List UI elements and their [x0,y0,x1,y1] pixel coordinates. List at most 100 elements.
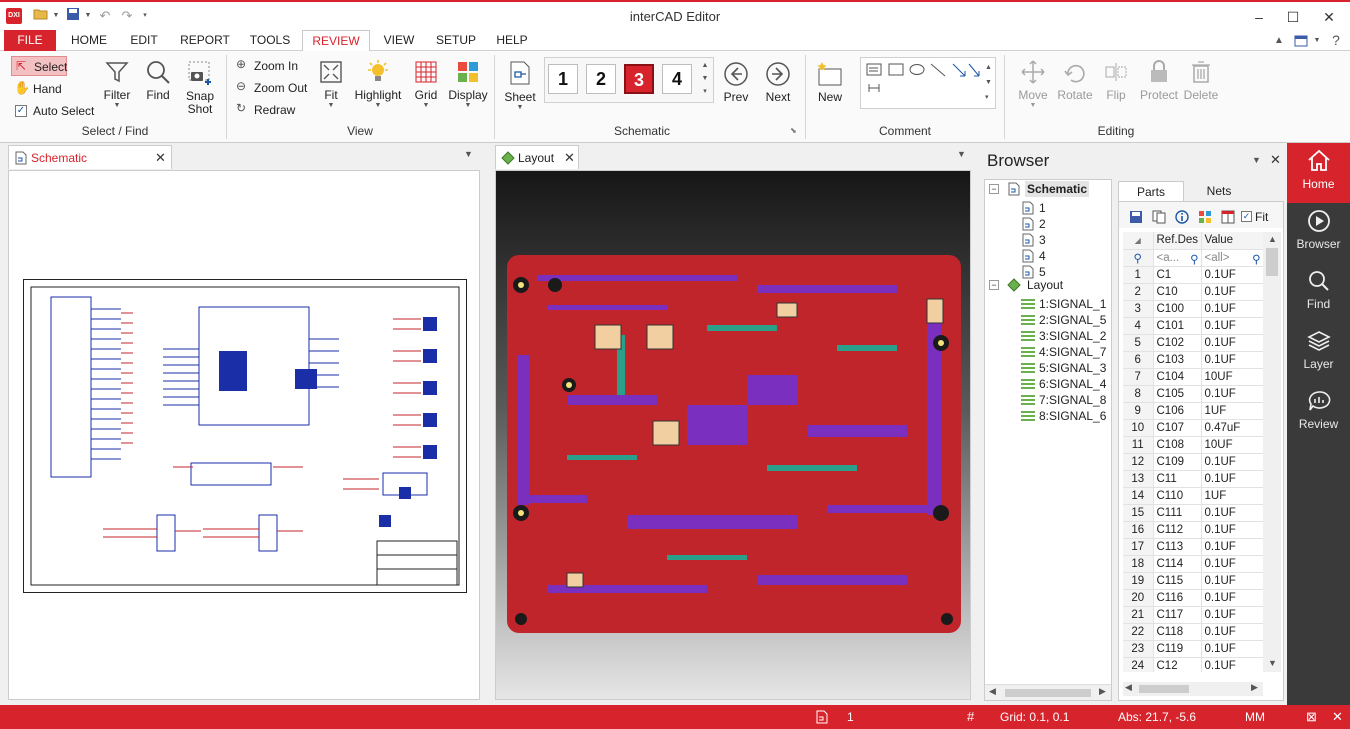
table-row[interactable]: 1 C1 0.1UF [1123,266,1263,284]
table-row[interactable]: 8 C105 0.1UF [1123,385,1263,403]
zoom-in-button[interactable]: ⊕ Zoom In [236,57,316,75]
layout-canvas[interactable] [495,170,971,700]
tree-item-layer[interactable]: 7:SIGNAL_8 [1039,392,1106,408]
close-window-icon[interactable]: ✕ [1314,6,1344,28]
table-row[interactable]: 18 C114 0.1UF [1123,555,1263,573]
tree-item-sheet[interactable]: 4 [1039,248,1046,264]
tree-item-sheet[interactable]: 2 [1039,216,1046,232]
redraw-button[interactable]: ↻ Redraw [236,101,316,119]
tree-item-layer[interactable]: 5:SIGNAL_3 [1039,360,1106,376]
new-comment-button[interactable]: New [812,59,848,115]
parts-horizontal-scrollbar[interactable]: ◀ ▶ [1123,682,1263,696]
hand-button[interactable]: ✋ Hand [14,80,74,98]
table-row[interactable]: 21 C117 0.1UF [1123,606,1263,624]
menu-help[interactable]: HELP [490,30,534,51]
sidebar-item-find[interactable]: Find [1287,263,1350,323]
rotate-button[interactable]: Rotate [1056,59,1094,115]
column-header-ref[interactable]: Ref.Des [1153,232,1202,250]
table-row[interactable]: 2 C10 0.1UF [1123,283,1263,301]
tree-item-layer[interactable]: 1:SIGNAL_1 [1039,296,1106,312]
tree-item-sheet[interactable]: 3 [1039,232,1046,248]
fit-button[interactable]: Fit ▼ [316,59,346,123]
browser-menu-icon[interactable]: ▼ [1252,155,1261,165]
parts-vertical-scrollbar[interactable]: ▲ ▼ [1263,232,1281,672]
schematic-canvas[interactable] [8,170,480,700]
prev-button[interactable]: Prev [720,61,752,117]
scrollbar-thumb[interactable] [1139,685,1189,693]
menu-review[interactable]: REVIEW [302,30,370,52]
table-row[interactable]: 9 C106 1UF [1123,402,1263,420]
table-row[interactable]: 6 C103 0.1UF [1123,351,1263,369]
ribbon-options-icon[interactable] [1292,30,1310,51]
scroll-up-icon[interactable]: ▲ [1268,234,1277,244]
menu-view[interactable]: VIEW [378,30,420,51]
tab-layout[interactable]: Layout ✕ [495,145,579,169]
tree-item-layer[interactable]: 2:SIGNAL_5 [1039,312,1106,328]
tree-item-sheet[interactable]: 1 [1039,200,1046,216]
comment-shape-icons[interactable] [865,62,981,102]
maximize-icon[interactable]: ☐ [1278,6,1308,28]
delete-button[interactable]: Delete [1182,59,1220,115]
columns-icon[interactable] [1221,210,1235,224]
schematic-dialog-launcher-icon[interactable]: ⬊ [790,126,797,135]
copy-icon[interactable] [1152,210,1166,224]
status-close-icon[interactable]: ✕ [1332,709,1343,725]
tree-node-schematic[interactable]: Schematic [1025,181,1090,197]
minimize-icon[interactable]: – [1244,6,1274,28]
menu-edit[interactable]: EDIT [124,30,164,51]
find-button[interactable]: Find [142,59,174,111]
schematic-tab-menu-icon[interactable]: ▼ [464,149,473,159]
table-row[interactable]: 4 C101 0.1UF [1123,317,1263,335]
menu-report[interactable]: REPORT [176,30,234,51]
scrollbar-thumb[interactable] [1005,689,1091,697]
page-4-button[interactable]: 4 [662,64,692,94]
flip-button[interactable]: Flip [1098,59,1134,115]
table-row[interactable]: 17 C113 0.1UF [1123,538,1263,556]
comment-gallery-scroll-icon[interactable]: ▲ ▼ ▾ [985,60,992,105]
tab-close-icon[interactable]: ✕ [155,146,166,170]
filter-value-input[interactable]: <all> ⚲ [1201,249,1263,267]
protect-button[interactable]: Protect [1138,59,1180,115]
page-2-button[interactable]: 2 [586,64,616,94]
page-3-button-active[interactable]: 3 [624,64,654,94]
table-row[interactable]: 7 C104 10UF [1123,368,1263,386]
table-row[interactable]: 10 C107 0.47uF [1123,419,1263,437]
sheet-button[interactable]: Sheet ▼ [503,59,537,123]
fit-checkbox[interactable]: ✓ [1241,211,1252,222]
move-button[interactable]: Move ▼ [1014,59,1052,123]
ribbon-collapse-icon[interactable]: ▲ [1272,30,1286,51]
tree-horizontal-scrollbar[interactable]: ◀ ▶ [985,684,1111,700]
info-icon[interactable] [1175,210,1189,224]
sidebar-item-review[interactable]: Review [1287,383,1350,443]
layout-tab-menu-icon[interactable]: ▼ [957,149,966,159]
table-row[interactable]: 11 C108 10UF [1123,436,1263,454]
scrollbar-thumb[interactable] [1266,248,1278,276]
tree-node-layout[interactable]: Layout [1027,277,1063,293]
ribbon-options-dropdown-icon[interactable]: ▼ [1312,30,1322,51]
grid-button[interactable]: Grid ▼ [410,59,442,123]
scroll-right-icon[interactable]: ▶ [1251,682,1258,693]
table-row[interactable]: 23 C119 0.1UF [1123,640,1263,658]
table-row[interactable]: 5 C102 0.1UF [1123,334,1263,352]
highlight-button[interactable]: Highlight ▼ [350,59,406,123]
table-row[interactable]: 24 C12 0.1UF [1123,657,1263,672]
tree-collapse-icon[interactable]: − [989,184,999,194]
menu-file[interactable]: FILE [4,30,56,51]
tab-schematic[interactable]: Schematic ✕ [8,145,172,169]
table-row[interactable]: 3 C100 0.1UF [1123,300,1263,318]
display-icon[interactable] [1198,210,1212,224]
table-row[interactable]: 19 C115 0.1UF [1123,572,1263,590]
scroll-down-icon[interactable]: ▼ [1268,658,1277,668]
filter-ref-input[interactable]: <a... ⚲ [1153,249,1202,267]
menu-home[interactable]: HOME [66,30,112,51]
display-button[interactable]: Display ▼ [446,59,490,123]
sidebar-item-browser[interactable]: Browser [1287,203,1350,263]
zoom-out-button[interactable]: ⊖ Zoom Out [236,79,316,97]
sidebar-item-layer[interactable]: Layer [1287,323,1350,383]
sidebar-item-home[interactable]: Home [1287,143,1350,203]
menu-setup[interactable]: SETUP [430,30,482,51]
next-button[interactable]: Next [762,61,794,117]
page-scroll-icon[interactable]: ▲ ▼ ▾ [700,59,710,98]
table-row[interactable]: 12 C109 0.1UF [1123,453,1263,471]
tab-nets[interactable]: Nets [1186,181,1252,201]
